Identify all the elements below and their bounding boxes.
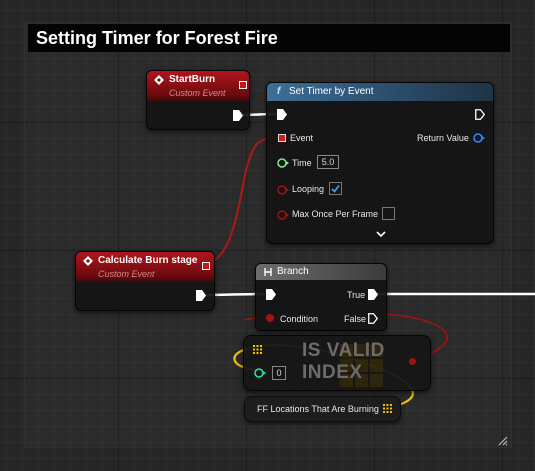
delegate-out-pin[interactable] [202,262,210,270]
ff-locations-node[interactable]: FF Locations That Are Burning [244,396,401,422]
calc-burn-title: Calculate Burn stage [98,255,198,266]
return-value-label: Return Value [417,133,469,143]
start-burn-subtitle: Custom Event [169,88,226,98]
exec-in-pin[interactable] [266,289,276,300]
looping-label: Looping [292,184,325,194]
bool-out-pin[interactable] [409,358,416,365]
start-burn-title: StartBurn [169,74,216,85]
looping-checkbox[interactable] [329,182,342,195]
false-label: False [344,314,367,324]
is-valid-title: IS VALID [302,340,385,361]
resize-handle-icon[interactable] [496,434,508,446]
looping-pin[interactable] [277,185,289,195]
calc-burn-node[interactable]: Calculate Burn stage Custom Event [75,251,215,311]
event-diamond-icon [154,75,164,85]
ff-locations-label: FF Locations That Are Burning [257,404,379,414]
event-diamond-icon [83,256,93,266]
is-valid-index-node[interactable]: IS VALID INDEX 0 [243,335,431,391]
time-input[interactable]: 5.0 [317,155,339,169]
branch-node[interactable]: Branch True Condition False [255,263,387,331]
true-label: True [347,290,366,300]
exec-out-pin[interactable] [233,110,243,121]
function-icon: f [277,86,281,97]
set-timer-title: Set Timer by Event [289,86,374,97]
checkmark-icon [331,185,340,193]
max-once-label: Max Once Per Frame [292,209,379,219]
exec-out-pin[interactable] [196,290,206,301]
condition-label: Condition [280,314,319,324]
exec-out-pin[interactable] [475,109,485,120]
event-label: Event [290,133,314,143]
array-grid-icon[interactable] [383,404,392,413]
calc-burn-subtitle: Custom Event [98,269,155,279]
branch-icon [264,268,272,276]
array-grid-icon [253,345,262,354]
index-pin[interactable] [254,368,266,378]
set-timer-node[interactable]: f Set Timer by Event Event Return Value … [266,82,494,244]
index-input[interactable]: 0 [272,366,286,380]
true-exec-pin[interactable] [368,289,378,300]
start-burn-node[interactable]: StartBurn Custom Event [146,70,250,130]
false-exec-pin[interactable] [368,313,378,324]
max-once-checkbox[interactable] [382,207,395,220]
time-label: Time [292,158,312,168]
event-pin[interactable] [278,134,286,142]
return-value-pin[interactable] [473,133,485,143]
chevron-down-icon[interactable] [376,231,386,238]
max-once-pin[interactable] [277,210,289,220]
exec-in-pin[interactable] [277,109,287,120]
time-pin[interactable] [277,158,289,168]
condition-pin[interactable] [266,314,274,322]
index-title: INDEX [302,362,363,383]
branch-title: Branch [277,266,309,277]
delegate-out-pin[interactable] [239,81,247,89]
